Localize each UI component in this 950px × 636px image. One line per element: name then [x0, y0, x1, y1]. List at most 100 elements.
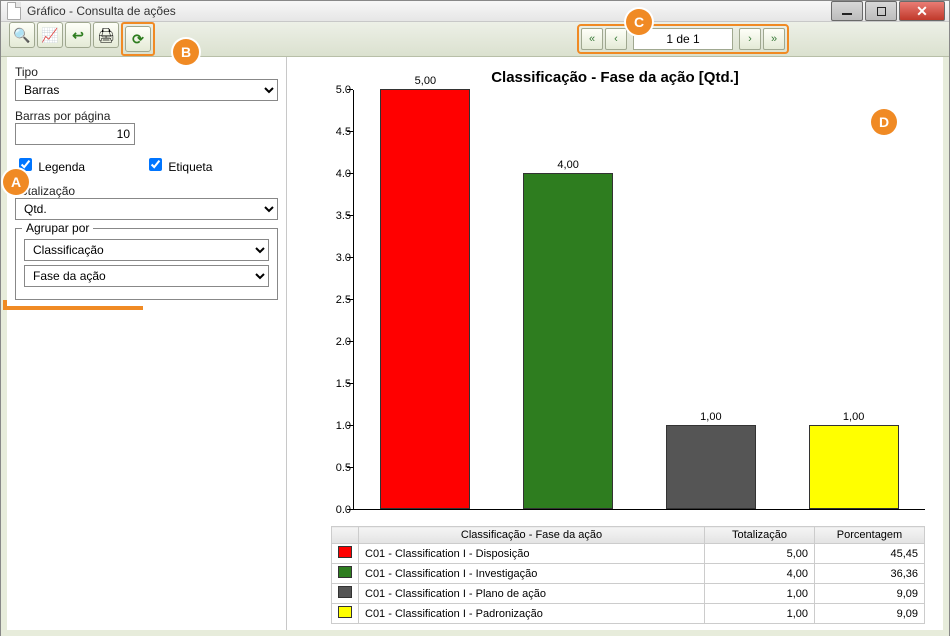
bar-rect	[523, 173, 613, 509]
etiqueta-checkbox-wrap[interactable]: Etiqueta	[145, 155, 212, 174]
pager-next-button[interactable]: ›	[739, 28, 761, 50]
agrupar1-select[interactable]: Classificação	[24, 239, 269, 261]
agrupar2-select[interactable]: Fase da ação	[24, 265, 269, 287]
legend-pct-cell: 9,09	[815, 604, 925, 624]
legend-label-cell: C01 - Classification I - Plano de ação	[359, 584, 705, 604]
bar: 4,00	[518, 159, 618, 509]
callout-d: D	[871, 109, 897, 135]
bar-value-label: 5,00	[415, 75, 436, 87]
print-button[interactable]: 🖨	[93, 22, 119, 48]
bar: 1,00	[661, 411, 761, 509]
close-button[interactable]: ✕	[899, 1, 945, 21]
refresh-icon: ⟳	[132, 31, 144, 48]
barras-por-pagina-input[interactable]	[15, 123, 135, 145]
chevron-left-icon: ‹	[614, 33, 618, 45]
bar-value-label: 1,00	[843, 411, 864, 423]
double-chevron-right-icon: »	[771, 33, 777, 45]
totalizacao-select[interactable]: Qtd.	[15, 198, 278, 220]
maximize-icon	[877, 7, 886, 16]
legend-col-category: Classificação - Fase da ação	[359, 527, 705, 544]
back-button[interactable]: ↩	[65, 22, 91, 48]
bar-rect	[666, 425, 756, 509]
refresh-button[interactable]: ⟳	[125, 26, 151, 52]
legend-col-total: Totalização	[705, 527, 815, 544]
etiqueta-label: Etiqueta	[168, 160, 212, 174]
double-chevron-left-icon: «	[589, 33, 595, 45]
y-axis: 0.00.51.01.52.02.53.03.54.04.55.0	[313, 90, 351, 510]
legend-swatch-cell	[332, 584, 359, 604]
callout-b: B	[173, 39, 199, 65]
print-icon: 🖨	[97, 27, 115, 44]
callout-c: C	[626, 9, 652, 35]
legend-label-cell: C01 - Classification I - Padronização	[359, 604, 705, 624]
zoom-button[interactable]: 🔍	[9, 22, 35, 48]
maximize-button[interactable]	[865, 1, 897, 21]
bar-rect	[809, 425, 899, 509]
sidebar: Tipo Barras Barras por página Legenda Et…	[7, 57, 287, 630]
window-controls: ✕	[831, 1, 947, 21]
bar-value-label: 1,00	[700, 411, 721, 423]
y-tick-label: 3.5	[313, 210, 351, 222]
y-tick-label: 3.0	[313, 252, 351, 264]
legend-pct-cell: 36,36	[815, 564, 925, 584]
etiqueta-checkbox[interactable]	[149, 158, 162, 171]
bar-rect	[380, 89, 470, 509]
toolbar-group-left: 🔍 📈 ↩ 🖨 ⟳	[9, 22, 155, 56]
legend-swatch-header	[332, 527, 359, 544]
legend-total-cell: 5,00	[705, 544, 815, 564]
tipo-select[interactable]: Barras	[15, 79, 278, 101]
y-tick-label: 1.0	[313, 420, 351, 432]
color-swatch	[338, 566, 352, 578]
totalizacao-label: Totalização	[15, 184, 278, 198]
barras-por-pagina-label: Barras por página	[15, 109, 278, 123]
table-row: C01 - Classification I - Disposição5,004…	[332, 544, 925, 564]
close-icon: ✕	[916, 3, 928, 20]
refresh-highlight: ⟳	[121, 22, 155, 56]
color-swatch	[338, 586, 352, 598]
minimize-button[interactable]	[831, 1, 863, 21]
legend-swatch-cell	[332, 604, 359, 624]
y-tick-label: 0.0	[313, 504, 351, 516]
callout-a: A	[3, 169, 29, 195]
minimize-icon	[842, 13, 852, 15]
toolbar: 🔍 📈 ↩ 🖨 ⟳ « ‹ 1 de 1 › »	[1, 22, 949, 57]
bar: 5,00	[375, 75, 475, 509]
body: Tipo Barras Barras por página Legenda Et…	[1, 57, 949, 636]
app-window: Gráfico - Consulta de ações ✕ 🔍 📈 ↩ 🖨 ⟳ …	[0, 0, 950, 636]
legend-pct-cell: 45,45	[815, 544, 925, 564]
y-tick-label: 4.0	[313, 168, 351, 180]
y-tick-label: 0.5	[313, 462, 351, 474]
agrupar-por-fieldset: Agrupar por Classificação Fase da ação	[15, 228, 278, 300]
table-row: C01 - Classification I - Plano de ação1,…	[332, 584, 925, 604]
agrupar-por-legend: Agrupar por	[22, 221, 93, 235]
pager-first-button[interactable]: «	[581, 28, 603, 50]
legend-swatch-cell	[332, 544, 359, 564]
legenda-label: Legenda	[38, 160, 85, 174]
chart-icon: 📈	[41, 27, 58, 44]
sidebar-highlight-line	[3, 300, 143, 310]
chart-pane: Classificação - Fase da ação [Qtd.] 0.00…	[287, 57, 943, 630]
y-tick-label: 4.5	[313, 126, 351, 138]
zoom-icon: 🔍	[13, 27, 30, 44]
pager: « ‹ 1 de 1 › »	[577, 24, 789, 54]
table-row: C01 - Classification I - Padronização1,0…	[332, 604, 925, 624]
bars-container: 5,004,001,001,00	[353, 90, 925, 510]
legend-pct-cell: 9,09	[815, 584, 925, 604]
legend-label-cell: C01 - Classification I - Investigação	[359, 564, 705, 584]
color-swatch	[338, 546, 352, 558]
chart-type-button[interactable]: 📈	[37, 22, 63, 48]
pager-highlight: « ‹ 1 de 1 › »	[577, 24, 789, 54]
document-icon	[7, 2, 21, 20]
window-title: Gráfico - Consulta de ações	[27, 4, 176, 18]
legenda-checkbox-wrap[interactable]: Legenda	[15, 155, 85, 174]
legend-total-cell: 1,00	[705, 584, 815, 604]
titlebar: Gráfico - Consulta de ações ✕	[1, 1, 949, 22]
color-swatch	[338, 606, 352, 618]
y-tick-label: 2.5	[313, 294, 351, 306]
pager-last-button[interactable]: »	[763, 28, 785, 50]
pager-prev-button[interactable]: ‹	[605, 28, 627, 50]
bar: 1,00	[804, 411, 904, 509]
legend-total-cell: 4,00	[705, 564, 815, 584]
legend-table: Classificação - Fase da ação Totalização…	[331, 526, 925, 624]
y-tick-label: 1.5	[313, 378, 351, 390]
